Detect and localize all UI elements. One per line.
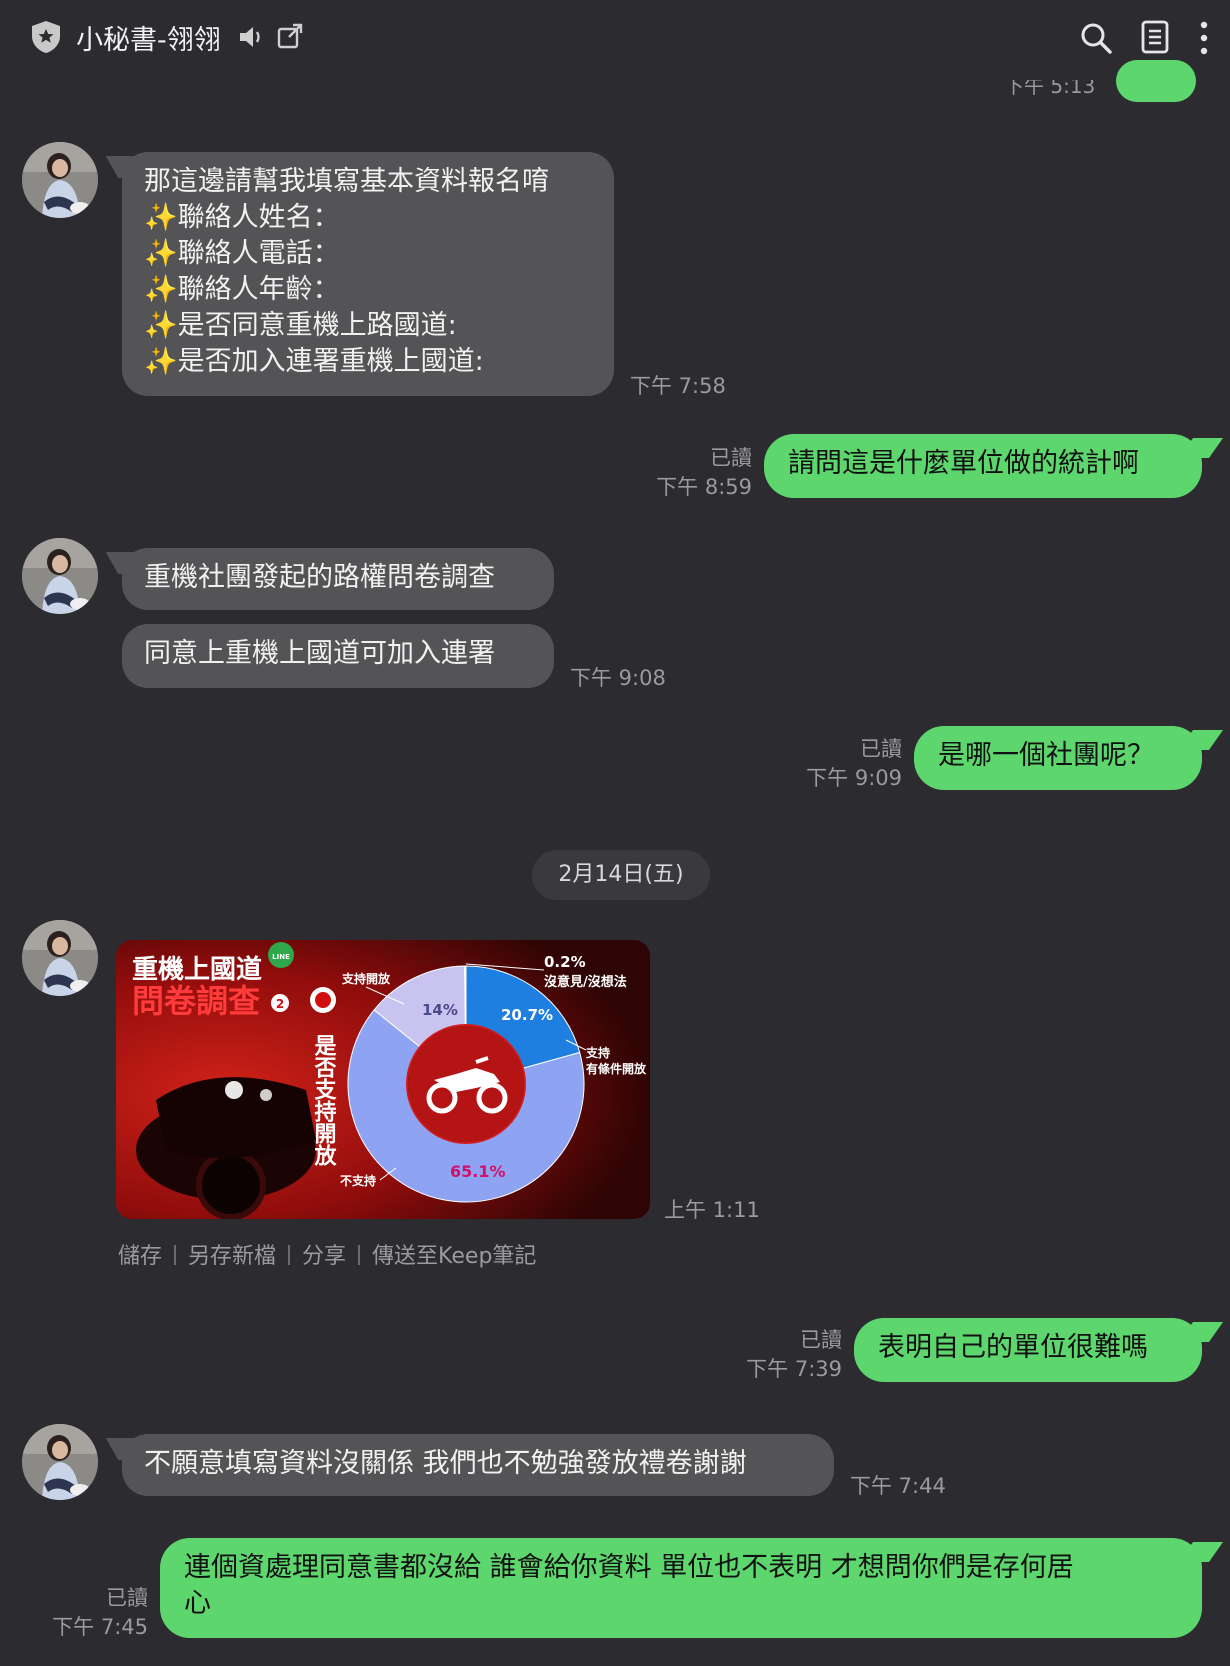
divider (358, 1245, 361, 1265)
chat-header: 小秘書-翎翎 (0, 0, 1230, 78)
message-line: 那這邊請幫我填寫基本資料報名唷 (144, 166, 549, 197)
message-bubble-outgoing[interactable]: 請問這是什麼單位做的統計啊 (764, 434, 1202, 498)
message-bubble-incoming[interactable]: 那這邊請幫我填寫基本資料報名唷 ✨聯絡人姓名： ✨聯絡人電話： ✨聯絡人年齡： … (122, 152, 614, 396)
message-text: 同意上重機上國道可加入連署 (144, 638, 495, 669)
line-logo: LINE (272, 953, 290, 961)
message-text: 請問這是什麼單位做的統計啊 (788, 448, 1139, 479)
avatar[interactable] (22, 920, 98, 996)
image-message[interactable]: 重機上國道 問卷調查 2 LINE 是否支持開放 支持開放 14% 20.7% … (116, 940, 650, 1219)
timestamp: 下午 5:13 (1004, 80, 1096, 98)
message-line: ✨聯絡人年齡： (144, 274, 340, 305)
read-receipt: 已讀 (710, 446, 752, 470)
read-receipt-block: 已讀 下午 7:45 (30, 1584, 148, 1642)
label-oppose: 不支持 (340, 1173, 376, 1188)
message-text: 不願意填寫資料沒關係 我們也不勉強發放禮卷謝謝 (144, 1448, 747, 1479)
timestamp: 上午 1:11 (664, 1198, 760, 1222)
shield-icon[interactable] (30, 20, 62, 54)
message-bubble-outgoing-partial[interactable] (1116, 60, 1196, 102)
message-bubble-outgoing[interactable]: 表明自己的單位很難嗎 (854, 1318, 1202, 1382)
message-line: 心 (184, 1588, 211, 1619)
read-receipt-block: 已讀 下午 9:09 (760, 735, 902, 793)
avatar[interactable] (22, 142, 98, 218)
share-button[interactable]: 分享 (302, 1244, 346, 1269)
label-support-cond-2: 有條件開放 (586, 1061, 647, 1076)
popout-icon[interactable] (276, 22, 304, 50)
message-bubble-outgoing[interactable]: 是哪一個社團呢？ (914, 726, 1202, 790)
message-bubble-incoming[interactable]: 重機社團發起的路權問卷調查 (122, 548, 554, 610)
chat-title[interactable]: 小秘書-翎翎 (76, 18, 221, 57)
timestamp: 下午 8:59 (656, 475, 752, 499)
search-icon[interactable] (1080, 22, 1112, 54)
read-receipt: 已讀 (860, 737, 902, 761)
timestamp: 下午 7:39 (746, 1357, 842, 1381)
pct-02: 0.2% (544, 953, 586, 971)
read-receipt: 已讀 (800, 1328, 842, 1352)
divider (288, 1245, 291, 1265)
label-no-opinion: 沒意見/沒想法 (544, 974, 627, 990)
speaker-icon[interactable] (238, 24, 264, 50)
timestamp: 下午 7:45 (52, 1615, 148, 1639)
image-question: 是否支持開放 (311, 1034, 338, 1167)
pct-207: 20.7% (501, 1006, 553, 1024)
timestamp: 下午 7:58 (630, 374, 726, 398)
image-title-1: 重機上國道 (132, 954, 262, 985)
pct-651: 65.1% (450, 1162, 506, 1181)
message-line: ✨聯絡人電話： (144, 238, 340, 269)
date-separator: 2月14日(五) (532, 850, 710, 900)
divider (174, 1245, 177, 1265)
more-vertical-icon[interactable] (1196, 20, 1212, 56)
message-bubble-outgoing[interactable]: 連個資處理同意書都沒給 誰會給你資料 單位也不表明 才想問你們是存何居 心 (160, 1538, 1202, 1638)
read-receipt-block: 已讀 下午 7:39 (690, 1326, 842, 1384)
message-bubble-incoming[interactable]: 不願意填寫資料沒關係 我們也不勉強發放禮卷謝謝 (122, 1434, 834, 1496)
message-bubble-incoming[interactable]: 同意上重機上國道可加入連署 (122, 624, 554, 688)
avatar[interactable] (22, 1424, 98, 1500)
timestamp: 下午 9:09 (806, 766, 902, 790)
save-as-button[interactable]: 另存新檔 (188, 1244, 276, 1269)
image-badge: 2 (276, 997, 284, 1011)
message-line: 連個資處理同意書都沒給 誰會給你資料 單位也不表明 才想問你們是存何居 (184, 1552, 1074, 1583)
image-title-2: 問卷調查 (132, 982, 260, 1020)
message-line: ✨是否同意重機上路國道: (144, 310, 457, 341)
pct-14: 14% (422, 1001, 458, 1019)
message-text: 是哪一個社團呢？ (938, 740, 1154, 771)
read-receipt: 已讀 (106, 1586, 148, 1610)
message-text: 表明自己的單位很難嗎 (878, 1332, 1148, 1363)
avatar[interactable] (22, 538, 98, 614)
label-support-cond-1: 支持 (585, 1045, 610, 1060)
timestamp: 下午 9:08 (570, 666, 666, 690)
message-text: 重機社團發起的路權問卷調查 (144, 562, 495, 593)
message-line: ✨是否加入連署重機上國道: (144, 346, 484, 377)
notes-icon[interactable] (1140, 20, 1170, 54)
image-actions: 儲存 另存新檔 分享 傳送至Keep筆記 (118, 1238, 536, 1270)
timestamp: 下午 7:44 (850, 1474, 946, 1498)
message-line: ✨聯絡人姓名： (144, 202, 340, 233)
save-button[interactable]: 儲存 (118, 1244, 162, 1269)
label-support-open: 支持開放 (341, 971, 391, 986)
send-to-keep-button[interactable]: 傳送至Keep筆記 (372, 1244, 536, 1269)
read-receipt-block: 已讀 下午 8:59 (610, 444, 752, 502)
